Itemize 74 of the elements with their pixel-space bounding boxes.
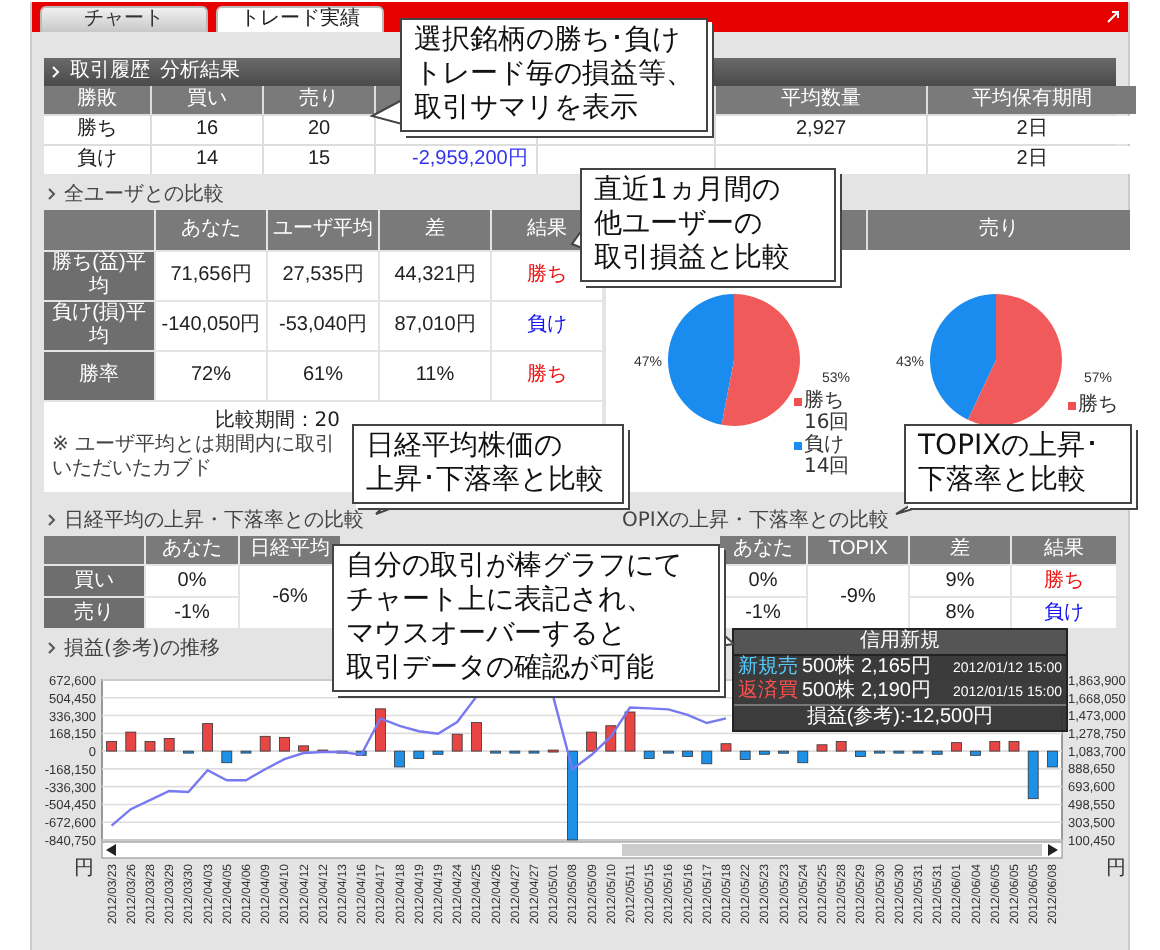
section-subtitle: 分析結果: [160, 60, 240, 84]
legend-label: 勝ち: [1078, 394, 1118, 416]
table-cell: 72%: [156, 352, 266, 400]
table-cell: 8%: [910, 598, 1010, 628]
column-header: 買い: [152, 86, 262, 114]
column-header: 売り: [868, 210, 1130, 250]
table-cell: 2日: [928, 116, 1136, 144]
axis-unit: 円: [1106, 858, 1126, 880]
table-cell: 0%: [720, 566, 806, 596]
row-header: 売り: [44, 598, 144, 628]
table-cell: 87,010円: [380, 302, 490, 350]
row-header: 負け(損)平均: [44, 302, 154, 350]
row-header: 勝率: [44, 352, 154, 400]
column-header: 売り: [264, 86, 374, 114]
row-header: 勝ち(益)平均: [44, 252, 154, 300]
column-header: 平均保有期間: [928, 86, 1136, 114]
table-cell: 44,321円: [380, 252, 490, 300]
table-cell: -140,050円: [156, 302, 266, 350]
table-cell: -1%: [146, 598, 238, 628]
trade-detail: 500株 2,165円: [802, 656, 931, 679]
result-cell: 負け: [492, 302, 602, 350]
trade-type: 返済買: [738, 680, 798, 704]
table-cell: 9%: [910, 566, 1010, 596]
table-cell: 16: [152, 116, 262, 144]
column-header: あなた: [156, 210, 266, 250]
section-title: OPIXの上昇・下落率との比較: [622, 507, 890, 534]
table-cell: 2日: [928, 146, 1136, 174]
column-header: あなた: [720, 536, 806, 564]
column-header: 勝敗: [44, 86, 150, 114]
axis-unit: 円: [74, 858, 94, 880]
table-cell: 14: [152, 146, 262, 174]
section-title: 損益(参考)の推移: [64, 635, 220, 662]
table-cell: -53,040円: [268, 302, 378, 350]
column-header: あなた: [146, 536, 238, 564]
comparison-period: 比較期間：20: [212, 407, 340, 433]
table-cell: -2,959,200円: [376, 146, 536, 174]
section-title: 全ユーザとの比較: [64, 181, 224, 208]
table-cell: 20: [264, 116, 374, 144]
column-header: 結果: [1012, 536, 1116, 564]
table-cell: 0%: [146, 566, 238, 596]
table-cell: 負け: [44, 146, 150, 174]
footnote: ※ ユーザ平均とは期間内に取引いただいたカブド: [52, 434, 338, 482]
table-cell: 11%: [380, 352, 490, 400]
table-cell: 27,535円: [268, 252, 378, 300]
column-header: 日経平均: [240, 536, 340, 564]
trade-type: 新規売: [738, 656, 798, 679]
legend-count: 16回: [802, 412, 850, 434]
tooltip-title: 信用新規: [734, 630, 1066, 656]
column-header: 差: [910, 536, 1010, 564]
table-cell: 2,927: [716, 116, 926, 144]
column-header: 平均数量: [716, 86, 926, 114]
legend-label: 勝ち: [804, 390, 844, 412]
column-header: ユーザ平均: [268, 210, 378, 250]
legend-label: 負け: [804, 434, 844, 456]
callout: 選択銘柄の勝ち･負け トレード毎の損益等、 取引サマリを表示: [400, 18, 708, 132]
section-title: 日経平均の上昇・下落率との比較: [64, 507, 364, 534]
table-cell: 71,656円: [156, 252, 266, 300]
table-cell: 勝ち: [44, 116, 150, 144]
callout: TOPIXの上昇･ 下落率と比較: [904, 424, 1132, 504]
callout: 日経平均株価の 上昇･下落率と比較: [352, 424, 624, 504]
result-cell: 負け: [1012, 598, 1116, 628]
callout: 自分の取引が棒グラフにて チャート上に表記され、 マウスオーバーすると 取引データの確認が可能: [332, 544, 720, 692]
result-cell: 勝ち: [1012, 566, 1116, 596]
column-header: 差: [380, 210, 490, 250]
column-header: TOPIX: [808, 536, 908, 564]
tooltip-profit: 損益(参考):-12,500円: [734, 704, 1066, 730]
table-cell: 15: [264, 146, 374, 174]
legend-count: 14回: [802, 456, 850, 478]
section-title: 取引履歴: [70, 60, 150, 84]
result-cell: 勝ち: [492, 352, 602, 400]
row-header: 買い: [44, 566, 144, 596]
table-cell: 61%: [268, 352, 378, 400]
trade-detail: 500株 2,190円: [802, 680, 931, 704]
table-cell: -9%: [808, 566, 908, 628]
